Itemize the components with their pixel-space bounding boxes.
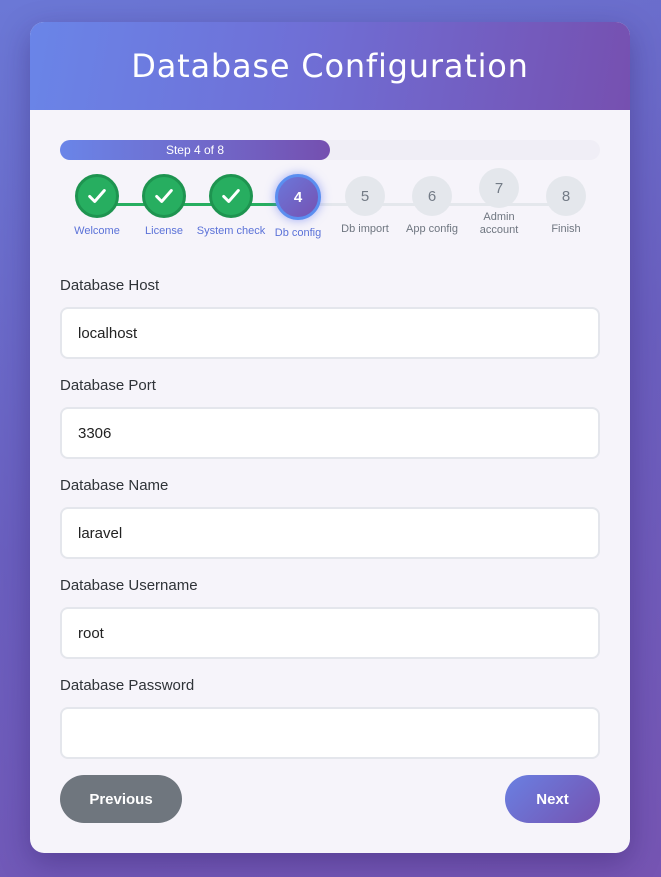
step-number: 6 <box>427 187 437 205</box>
db-name-group: Database Name <box>60 477 600 559</box>
db-password-label: Database Password <box>60 677 195 694</box>
db-username-label: Database Username <box>60 577 198 594</box>
stepper: Welcome License System check 4 Db config 5 Db … <box>60 168 600 264</box>
card-header: Database Configuration <box>30 22 630 110</box>
step-circle <box>75 174 119 218</box>
db-host-group: Database Host <box>60 277 600 359</box>
page-title: Database Configuration <box>131 47 529 85</box>
next-button[interactable]: Next <box>505 775 600 823</box>
check-icon <box>88 189 106 203</box>
progress-bar: Step 4 of 8 <box>60 140 600 160</box>
step-label: License <box>145 225 183 237</box>
db-host-label: Database Host <box>60 277 160 294</box>
step-label: System check <box>196 225 266 237</box>
db-username-group: Database Username <box>60 577 600 659</box>
step-number: 8 <box>561 187 571 205</box>
step-label: Welcome <box>74 225 120 237</box>
step-label: Db import <box>341 223 389 235</box>
step-number: 5 <box>360 187 370 205</box>
step-finish: 8 Finish <box>526 174 606 236</box>
step-circle: 6 <box>412 176 452 216</box>
step-circle <box>142 174 186 218</box>
db-password-input[interactable] <box>60 707 600 759</box>
db-name-input[interactable] <box>60 507 600 559</box>
db-port-label: Database Port <box>60 377 156 394</box>
progress-text: Step 4 of 8 <box>165 143 225 157</box>
check-icon <box>222 189 240 203</box>
check-icon <box>155 189 173 203</box>
step-number: 4 <box>293 188 303 206</box>
progress-fill: Step 4 of 8 <box>60 140 330 160</box>
db-name-label: Database Name <box>60 477 169 494</box>
step-circle <box>209 174 253 218</box>
step-circle: 5 <box>345 176 385 216</box>
step-circle: 8 <box>546 176 586 216</box>
step-label: Finish <box>551 223 581 235</box>
step-label: App config <box>406 223 458 235</box>
db-username-input[interactable] <box>60 607 600 659</box>
step-circle: 4 <box>275 174 321 220</box>
db-port-group: Database Port <box>60 377 600 459</box>
step-label: Db config <box>274 227 322 239</box>
db-password-group: Database Password <box>60 677 600 759</box>
step-label: Admin account <box>479 211 519 236</box>
db-port-input[interactable] <box>60 407 600 459</box>
db-host-input[interactable] <box>60 307 600 359</box>
step-circle: 7 <box>479 168 519 208</box>
previous-button[interactable]: Previous <box>60 775 182 823</box>
step-number: 7 <box>494 179 504 197</box>
installer-card: Database Configuration Step 4 of 8 Welco… <box>30 22 630 853</box>
